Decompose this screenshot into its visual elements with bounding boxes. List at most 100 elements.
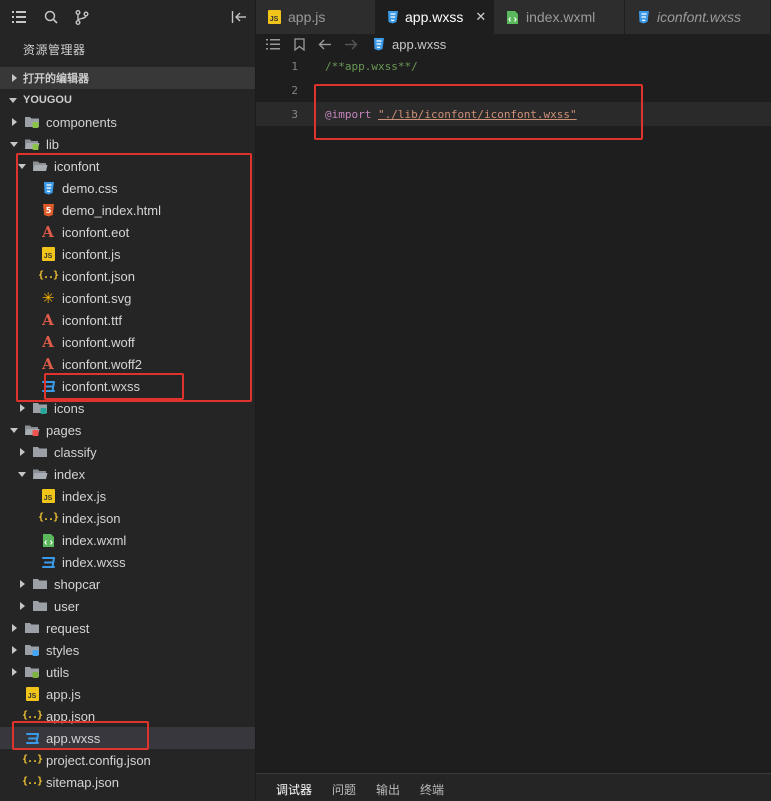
chevron-right-icon[interactable] bbox=[8, 111, 20, 133]
tree-item[interactable]: ✳ iconfont.svg bbox=[0, 287, 255, 309]
tree-item[interactable]: utils bbox=[0, 661, 255, 683]
chevron-down-icon[interactable] bbox=[8, 419, 20, 441]
panel-tab[interactable]: 输出 bbox=[376, 781, 400, 801]
code-area[interactable]: 1 /**app.wxss**/ 2 3 @import "./lib/iconfont… bbox=[256, 54, 771, 126]
chevron-right-icon[interactable] bbox=[16, 397, 28, 419]
editor-tab[interactable]: iconfont.wxss bbox=[625, 0, 771, 34]
tree-item[interactable]: classify bbox=[0, 441, 255, 463]
code-line[interactable]: 2 bbox=[256, 78, 771, 102]
tree-item[interactable]: {..} app.json bbox=[0, 705, 255, 727]
chevron-down-icon[interactable] bbox=[8, 133, 20, 155]
code-line[interactable]: 3 @import "./lib/iconfont/iconfont.wxss" bbox=[256, 102, 771, 126]
tree-item[interactable]: styles bbox=[0, 639, 255, 661]
tree-item[interactable]: Aiconfont.ttf bbox=[0, 309, 255, 331]
wxss-file-icon bbox=[368, 37, 388, 51]
tree-item[interactable]: JS iconfont.js bbox=[0, 243, 255, 265]
search-icon[interactable] bbox=[42, 8, 60, 26]
tree-item[interactable]: Aiconfont.woff bbox=[0, 331, 255, 353]
project-section[interactable]: YOUGOU bbox=[0, 89, 255, 111]
js-file-icon: JS bbox=[24, 686, 40, 702]
forward-arrow-icon[interactable] bbox=[338, 34, 364, 54]
panel-tab[interactable]: 问题 bbox=[332, 781, 356, 801]
tree-item[interactable]: demo.css bbox=[0, 177, 255, 199]
tree-item-label: iconfont.ttf bbox=[62, 312, 122, 328]
font-file-icon: A bbox=[42, 354, 54, 373]
collapse-panel-icon[interactable] bbox=[230, 8, 248, 26]
svg-file-icon: ✳ bbox=[41, 289, 55, 307]
tree-item[interactable]: index bbox=[0, 463, 255, 485]
utils-folder-icon bbox=[24, 664, 40, 680]
tree-item[interactable]: components bbox=[0, 111, 255, 133]
chevron-right-icon[interactable] bbox=[16, 595, 28, 617]
editor-tab[interactable]: app.wxss ✕ bbox=[376, 0, 494, 34]
tree-item[interactable]: icons bbox=[0, 397, 255, 419]
tree-item[interactable]: JS index.js bbox=[0, 485, 255, 507]
tree-item[interactable]: index.wxml bbox=[0, 529, 255, 551]
tree-item-label: iconfont.woff2 bbox=[62, 356, 142, 372]
panel-tab[interactable]: 调试器 bbox=[276, 781, 312, 801]
tree-item[interactable]: iconfont.wxss bbox=[0, 375, 255, 397]
tree-item[interactable]: 5 demo_index.html bbox=[0, 199, 255, 221]
chevron-right-icon[interactable] bbox=[16, 441, 28, 463]
code-token: /**app.wxss**/ bbox=[325, 59, 418, 73]
editor-tab[interactable]: JS app.js bbox=[256, 0, 376, 34]
explorer-sidebar: 资源管理器 打开的编辑器 YOUGOU components lib iconfon… bbox=[0, 0, 256, 801]
wxml-file-icon bbox=[40, 532, 56, 548]
tree-item-label: app.js bbox=[46, 686, 81, 702]
chevron-right-icon[interactable] bbox=[16, 573, 28, 595]
tree-item-label: lib bbox=[46, 136, 60, 152]
tree-item[interactable]: {..} sitemap.json bbox=[0, 771, 255, 793]
tree-item-label: classify bbox=[54, 444, 97, 460]
chevron-down-icon[interactable] bbox=[16, 463, 28, 485]
components-folder-icon bbox=[24, 114, 40, 130]
css-file-icon bbox=[40, 180, 56, 196]
close-icon[interactable]: ✕ bbox=[475, 9, 486, 25]
code-line[interactable]: 1 /**app.wxss**/ bbox=[256, 54, 771, 78]
chevron-right-icon[interactable] bbox=[8, 661, 20, 683]
svg-text:5: 5 bbox=[45, 206, 51, 215]
list-icon[interactable] bbox=[10, 8, 28, 26]
tree-item[interactable]: {..} project.config.json bbox=[0, 749, 255, 771]
tree-item[interactable]: user bbox=[0, 595, 255, 617]
back-arrow-icon[interactable] bbox=[312, 34, 338, 54]
chevron-down-icon[interactable] bbox=[16, 155, 28, 177]
tree-item[interactable]: Aiconfont.woff2 bbox=[0, 353, 255, 375]
wxss-file-icon bbox=[40, 378, 56, 394]
wxss-file-icon bbox=[24, 730, 40, 746]
outline-icon[interactable] bbox=[260, 34, 286, 54]
tree-item-label: iconfont.eot bbox=[62, 224, 130, 240]
editor-tab[interactable]: index.wxml bbox=[494, 0, 625, 34]
tree-item-label: app.wxss bbox=[46, 730, 101, 746]
tree-item[interactable]: index.wxss bbox=[0, 551, 255, 573]
tree-item[interactable]: JS app.js bbox=[0, 683, 255, 705]
tree-item[interactable]: request bbox=[0, 617, 255, 639]
open-editors-section[interactable]: 打开的编辑器 bbox=[0, 67, 255, 89]
tree-item[interactable]: Aiconfont.eot bbox=[0, 221, 255, 243]
json-file-icon: {..} bbox=[21, 776, 43, 787]
wxss-file-icon bbox=[40, 554, 56, 570]
tree-item[interactable]: app.wxss bbox=[0, 727, 255, 749]
tree-item[interactable]: pages bbox=[0, 419, 255, 441]
tree-item-label: demo_index.html bbox=[62, 202, 161, 218]
tree-item[interactable]: shopcar bbox=[0, 573, 255, 595]
panel-tab[interactable]: 终端 bbox=[420, 781, 444, 801]
source-control-icon[interactable] bbox=[73, 8, 91, 26]
tree-item-label: index bbox=[54, 466, 86, 482]
wxml-file-icon bbox=[504, 9, 520, 25]
tree-item-label: iconfont.svg bbox=[62, 290, 132, 306]
chevron-right-icon[interactable] bbox=[8, 617, 20, 639]
bookmark-icon[interactable] bbox=[286, 34, 312, 54]
font-file-icon: A bbox=[42, 332, 54, 351]
tree-item[interactable]: {..} index.json bbox=[0, 507, 255, 529]
tree-item-label: iconfont.json bbox=[62, 268, 135, 284]
project-label: YOUGOU bbox=[23, 94, 72, 106]
tab-label: index.wxml bbox=[526, 9, 596, 25]
tree-item[interactable]: lib bbox=[0, 133, 255, 155]
json-file-icon: {..} bbox=[37, 270, 59, 281]
tree-item-label: app.json bbox=[46, 708, 96, 724]
chevron-right-icon[interactable] bbox=[8, 639, 20, 661]
tree-item[interactable]: {..} iconfont.json bbox=[0, 265, 255, 287]
folder-open-icon bbox=[32, 158, 48, 174]
breadcrumb-file[interactable]: app.wxss bbox=[392, 37, 446, 52]
tree-item[interactable]: iconfont bbox=[0, 155, 255, 177]
